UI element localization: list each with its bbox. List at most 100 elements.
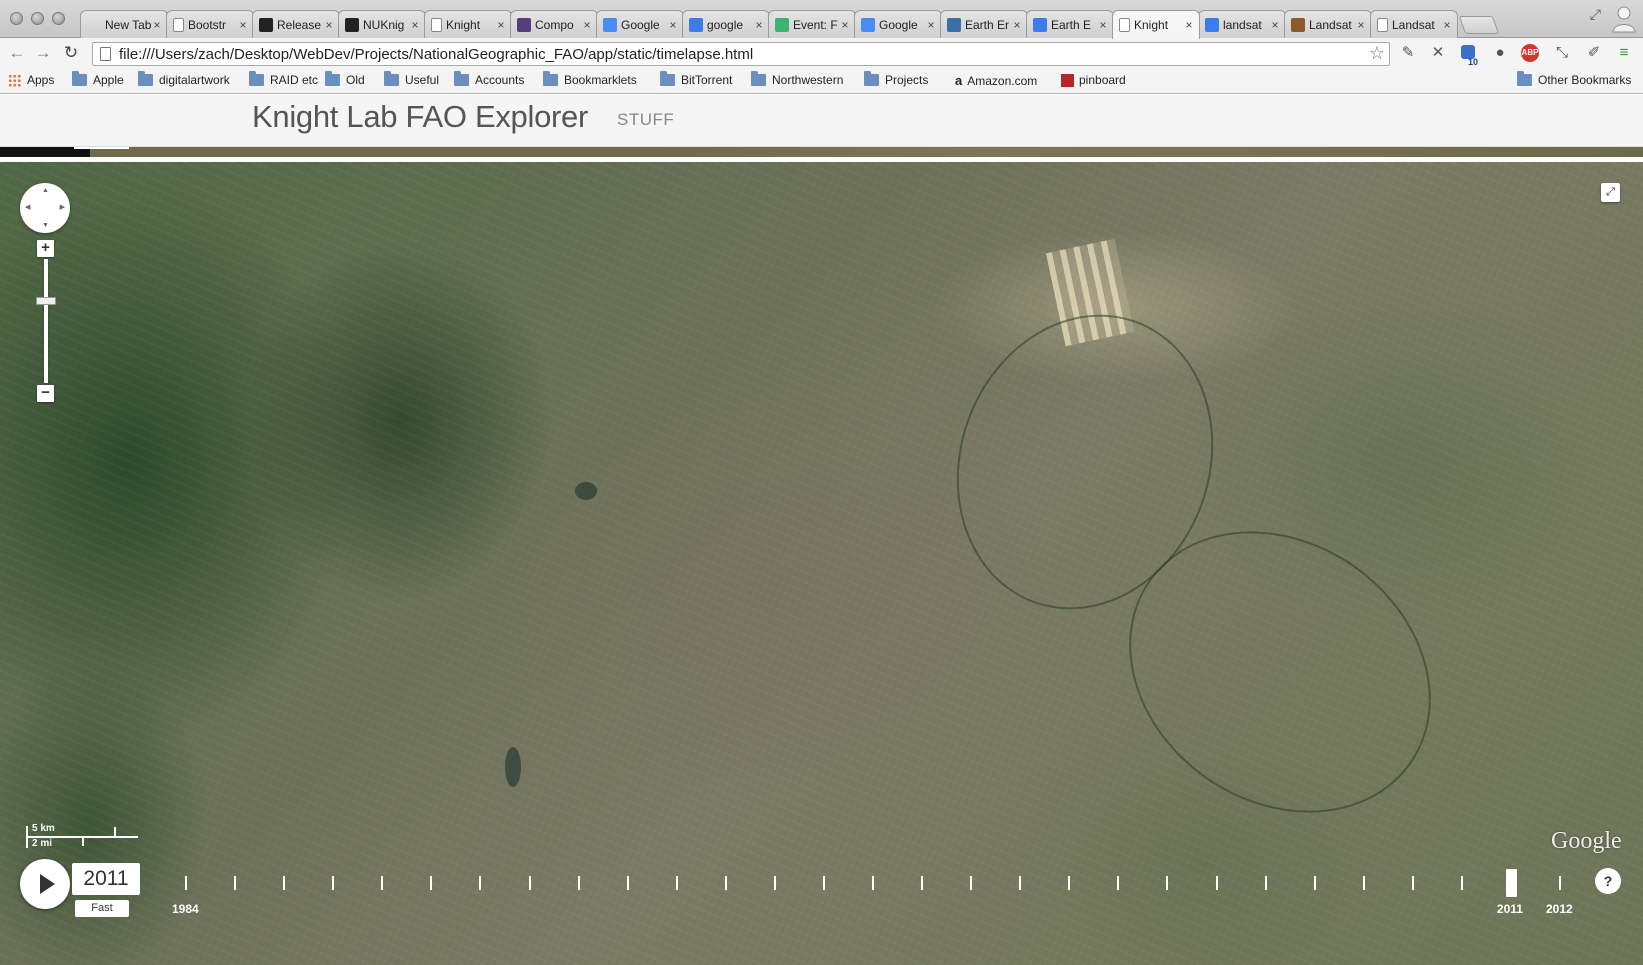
timeline-slider[interactable]: 1984 2011 2012 — [0, 862, 1643, 922]
tab-close-icon[interactable]: × — [1269, 18, 1281, 32]
fullscreen-icon[interactable]: ⤢ — [1601, 183, 1620, 202]
forward-arrow-icon[interactable]: → — [32, 43, 54, 63]
elephant-icon[interactable]: ● — [1490, 43, 1510, 63]
zoom-window-button[interactable] — [52, 12, 65, 25]
timeline-tick[interactable] — [430, 876, 433, 890]
timeline-tick[interactable] — [822, 876, 825, 890]
timeline-tick[interactable] — [724, 876, 727, 890]
bookmark-item[interactable]: a Amazon.com — [955, 73, 1037, 88]
bookmark-item[interactable]: digitalartwork — [138, 71, 230, 87]
tab-close-icon[interactable]: × — [839, 18, 851, 32]
bookmark-item[interactable]: Apple — [72, 71, 124, 87]
bookmark-star-icon[interactable]: ☆ — [1369, 43, 1385, 64]
browser-tab[interactable]: Landsat × — [1284, 10, 1372, 38]
timeline-tick[interactable] — [872, 876, 874, 890]
timeline-tick[interactable] — [1460, 876, 1463, 890]
browser-tab[interactable]: Landsat × — [1370, 10, 1458, 38]
timeline-tick[interactable] — [283, 876, 286, 890]
close-window-button[interactable] — [10, 12, 23, 25]
browser-tab[interactable]: Release × — [252, 10, 340, 38]
timeline-tick[interactable] — [185, 876, 187, 890]
timeline-tick[interactable] — [1215, 876, 1218, 890]
browser-tab[interactable]: Knight × — [424, 10, 512, 38]
play-button[interactable] — [20, 859, 70, 909]
timeline-tick[interactable] — [921, 876, 924, 890]
address-bar[interactable]: file:///Users/zach/Desktop/WebDev/Projec… — [92, 42, 1390, 66]
menu-icon[interactable]: ≡ — [1614, 43, 1634, 63]
browser-tab[interactable]: Event: F × — [768, 10, 856, 38]
timeline-tick[interactable] — [1019, 876, 1022, 890]
browser-tab[interactable]: Earth E × — [1026, 10, 1114, 38]
browser-tab[interactable]: landsat × — [1198, 10, 1286, 38]
satellite-map[interactable]: ▲ ▼ ◀ ▶ + − ⤢ 5 km 2 mi Google 1984 2011 2… — [0, 162, 1643, 965]
browser-tab[interactable]: Google × — [854, 10, 942, 38]
browser-tab[interactable]: Knight × — [1112, 10, 1200, 39]
tab-close-icon[interactable]: × — [495, 18, 507, 32]
browser-tab[interactable]: Bootstr × — [166, 10, 254, 38]
tab-close-icon[interactable]: × — [409, 18, 421, 32]
timeline-tick[interactable] — [381, 876, 384, 890]
browser-tab[interactable]: Google × — [596, 10, 684, 38]
tab-close-icon[interactable]: × — [1097, 18, 1109, 32]
zoom-slider-track[interactable] — [44, 259, 48, 383]
resize-icon[interactable]: ⤡ — [1552, 43, 1572, 63]
pan-right-icon[interactable]: ▶ — [60, 203, 65, 211]
timeline-tick[interactable] — [1313, 876, 1316, 890]
timeline-tick[interactable] — [1264, 876, 1267, 890]
bookmark-item[interactable]: Old — [325, 71, 365, 87]
timeline-tick[interactable] — [773, 876, 776, 890]
help-button[interactable]: ? — [1595, 868, 1621, 894]
tab-close-icon[interactable]: × — [1441, 18, 1453, 32]
timeline-tick[interactable] — [1068, 876, 1071, 890]
adblock-icon[interactable]: ABP — [1521, 44, 1539, 62]
browser-tab[interactable]: google × — [682, 10, 770, 38]
tab-close-icon[interactable]: × — [151, 18, 163, 32]
bookmark-item[interactable]: Projects — [864, 71, 928, 87]
timeline-tick[interactable] — [528, 876, 531, 890]
pan-down-icon[interactable]: ▼ — [42, 222, 49, 229]
tab-close-icon[interactable]: × — [925, 18, 937, 32]
back-arrow-icon[interactable]: ← — [6, 43, 28, 63]
zoom-in-button[interactable]: + — [37, 240, 54, 257]
minimize-window-button[interactable] — [31, 12, 44, 25]
timeline-tick[interactable] — [1117, 876, 1120, 890]
bookmark-item[interactable]: RAID etc — [249, 71, 318, 87]
speed-toggle-button[interactable]: Fast — [75, 900, 129, 917]
browser-tab[interactable]: Earth Er × — [940, 10, 1028, 38]
timeline-tick[interactable] — [1362, 876, 1365, 890]
fullscreen-window-icon[interactable]: ⤢ — [1590, 6, 1601, 23]
site-title[interactable]: Knight Lab FAO Explorer — [252, 99, 588, 135]
tab-close-icon[interactable]: × — [753, 18, 765, 32]
other-bookmarks[interactable]: Other Bookmarks — [1517, 71, 1631, 87]
bookmark-item[interactable]: Apps — [8, 73, 54, 87]
browser-tab[interactable]: NUKnig × — [338, 10, 426, 38]
timeline-tick[interactable] — [577, 876, 580, 890]
bookmark-item[interactable]: Bookmarklets — [543, 71, 637, 87]
bookmark-item[interactable]: Accounts — [454, 71, 524, 87]
pan-left-icon[interactable]: ◀ — [25, 203, 30, 211]
profile-avatar-icon[interactable] — [1611, 3, 1637, 33]
zoom-out-button[interactable]: − — [37, 385, 54, 402]
timeline-tick[interactable] — [1559, 876, 1561, 890]
pan-control[interactable]: ▲ ▼ ◀ ▶ — [20, 183, 70, 233]
timeline-tick[interactable] — [1411, 876, 1414, 890]
tab-close-icon[interactable]: × — [667, 18, 679, 32]
tab-close-icon[interactable]: × — [323, 18, 335, 32]
timeline-tick[interactable] — [1166, 876, 1169, 890]
tab-close-icon[interactable]: × — [1011, 18, 1023, 32]
browser-tab[interactable]: Compo × — [510, 10, 598, 38]
timeline-thumb[interactable] — [1505, 869, 1517, 897]
bookmark-item[interactable]: BitTorrent — [660, 71, 732, 87]
bookmark-item[interactable]: Useful — [384, 71, 439, 87]
zoom-slider-thumb[interactable] — [36, 297, 56, 305]
timeline-tick[interactable] — [970, 876, 973, 890]
new-tab-button[interactable] — [1458, 16, 1500, 34]
timeline-tick[interactable] — [234, 876, 237, 890]
tab-close-icon[interactable]: × — [581, 18, 593, 32]
bookmark-item[interactable]: pinboard — [1061, 73, 1126, 87]
tab-close-icon[interactable]: × — [1355, 18, 1367, 32]
timeline-tick[interactable] — [675, 876, 678, 890]
bookmark-item[interactable]: Northwestern — [751, 71, 843, 87]
extension-badge-icon[interactable]: 10 — [1458, 43, 1478, 67]
site-nav-link[interactable]: STUFF — [617, 110, 674, 130]
